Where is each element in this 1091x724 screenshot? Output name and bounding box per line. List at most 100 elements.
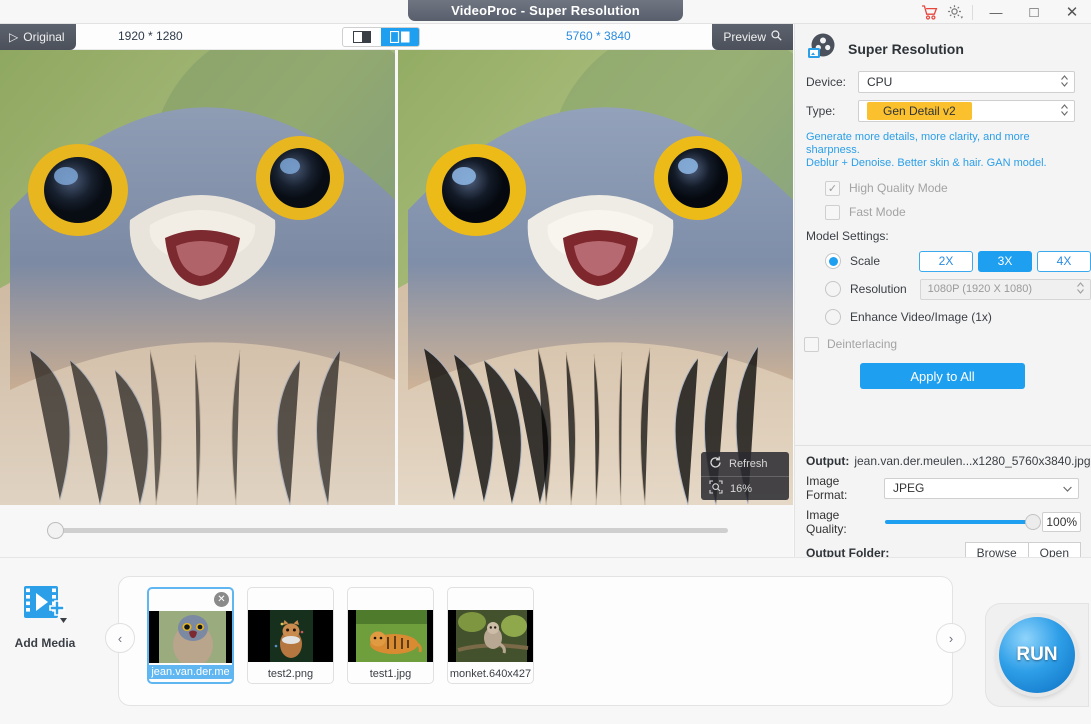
image-format-value: JPEG (893, 481, 924, 495)
output-dimensions: 5760 * 3840 (566, 29, 631, 43)
tab-original-label: Original (23, 30, 64, 44)
fast-mode-checkbox[interactable] (825, 205, 840, 220)
scale-row[interactable]: Scale 2X 3X 4X (795, 247, 1091, 275)
film-reel-icon (806, 32, 838, 65)
next-thumbnail-button[interactable]: › (936, 623, 966, 653)
enhanced-image-pane[interactable]: Refresh 16% (398, 50, 793, 505)
maximize-button[interactable]: □ (1015, 0, 1053, 24)
enhance-row[interactable]: Enhance Video/Image (1x) (795, 303, 1091, 331)
magnifier-icon (771, 30, 782, 44)
original-image-pane[interactable] (0, 50, 395, 505)
fast-mode-row[interactable]: Fast Mode (795, 200, 1091, 224)
prev-thumbnail-button[interactable]: ‹ (105, 623, 135, 653)
kestrel-original-image (0, 50, 395, 505)
add-media-label: Add Media (8, 636, 82, 650)
kestrel-enhanced-image (398, 50, 793, 505)
view-mode-split-icon[interactable] (343, 28, 381, 46)
resolution-value: 1080P (1920 X 1080) (928, 283, 1032, 295)
title-bar: VideoProc - Super Resolution — □ ✕ (0, 0, 1091, 24)
panel-header: Super Resolution (795, 24, 1091, 71)
device-row: Device: CPU (795, 71, 1091, 93)
image-quality-slider[interactable] (885, 520, 1034, 524)
preview-tab-bar: ▷ Original 1920 * 1280 5760 * 3840 Previ… (0, 24, 793, 50)
zoom-frame-icon (709, 480, 723, 497)
output-name-row: Output: jean.van.der.meulen...x1280_5760… (806, 454, 1081, 468)
high-quality-mode-checkbox[interactable]: ✓ (825, 181, 840, 196)
position-slider-handle[interactable] (47, 522, 64, 539)
type-row: Type: Gen Detail v2 (795, 100, 1091, 122)
thumbnail-label: test2.png (248, 668, 333, 680)
position-slider-track[interactable] (55, 528, 728, 533)
tab-preview-label: Preview (723, 30, 766, 44)
image-format-row: Image Format: JPEG (806, 474, 1081, 502)
deinterlacing-label: Deinterlacing (827, 337, 897, 351)
view-mode-side-by-side-icon[interactable] (381, 28, 419, 46)
high-quality-mode-row[interactable]: ✓ High Quality Mode (795, 176, 1091, 200)
preview-area: ▷ Original 1920 * 1280 5760 * 3840 Previ… (0, 24, 793, 557)
panel-title: Super Resolution (848, 41, 964, 57)
scale-radio[interactable] (825, 253, 841, 269)
thumbnail-label: test1.jpg (348, 668, 433, 680)
description-line-1: Generate more details, more clarity, and… (806, 131, 1080, 157)
chevron-updown-icon (1076, 281, 1085, 298)
type-select[interactable]: Gen Detail v2 (858, 100, 1075, 122)
type-value: Gen Detail v2 (867, 102, 972, 120)
thumbnail-item[interactable]: ✕ jean.van.der.me (147, 587, 234, 684)
image-format-label: Image Format: (806, 474, 884, 502)
media-strip: ✕ jean.van.der.me (118, 576, 953, 706)
window-controls: — □ ✕ (916, 0, 1091, 24)
image-comparison: Refresh 16% (0, 50, 793, 505)
image-quality-label: Image Quality: (806, 508, 881, 536)
media-bar: Add Media (0, 557, 1091, 724)
view-mode-toggle[interactable] (342, 27, 420, 47)
image-quality-value[interactable]: 100% (1042, 512, 1081, 532)
chevron-updown-icon (1060, 103, 1069, 120)
output-label: Output: (806, 454, 849, 468)
cart-icon[interactable] (916, 0, 942, 24)
run-button[interactable]: RUN (999, 617, 1075, 693)
scale-option-2x[interactable]: 2X (919, 251, 973, 272)
source-dimensions: 1920 * 1280 (118, 29, 183, 43)
resolution-radio[interactable] (825, 281, 841, 297)
thumbnail-list: ✕ jean.van.der.me (147, 587, 534, 684)
image-format-select[interactable]: JPEG (884, 478, 1079, 499)
resolution-select[interactable]: 1080P (1920 X 1080) (920, 279, 1091, 300)
position-slider[interactable] (0, 505, 793, 557)
videoproc-window: VideoProc - Super Resolution — □ ✕ ▷ Ori… (0, 0, 1091, 724)
play-triangle-icon: ▷ (9, 30, 18, 44)
device-value: CPU (867, 75, 892, 89)
thumbnail-image (448, 610, 533, 662)
device-select[interactable]: CPU (858, 71, 1075, 93)
remove-thumbnail-icon[interactable]: ✕ (214, 592, 229, 607)
add-media-button[interactable]: Add Media (8, 582, 82, 650)
deinterlacing-checkbox[interactable] (804, 337, 819, 352)
window-title: VideoProc - Super Resolution (408, 0, 683, 21)
scale-option-4x[interactable]: 4X (1037, 251, 1091, 272)
gear-icon[interactable] (942, 0, 968, 24)
resolution-label: Resolution (850, 282, 911, 296)
scale-label: Scale (850, 254, 910, 268)
deinterlacing-row[interactable]: Deinterlacing (795, 331, 1091, 357)
enhance-radio[interactable] (825, 309, 841, 325)
minimize-button[interactable]: — (977, 0, 1015, 24)
thumbnail-item[interactable]: test2.png (247, 587, 334, 684)
scale-option-3x[interactable]: 3X (978, 251, 1032, 272)
refresh-button[interactable]: Refresh (701, 452, 789, 476)
tab-original[interactable]: ▷ Original (0, 24, 76, 50)
output-filename: jean.van.der.meulen...x1280_5760x3840.jp… (854, 454, 1090, 468)
scale-options: 2X 3X 4X (919, 251, 1091, 272)
thumbnail-item[interactable]: test1.jpg (347, 587, 434, 684)
image-quality-slider-handle[interactable] (1025, 514, 1041, 530)
thumbnail-item[interactable]: monket.640x427 (447, 587, 534, 684)
resolution-row[interactable]: Resolution 1080P (1920 X 1080) (795, 275, 1091, 303)
tab-preview[interactable]: Preview (712, 24, 793, 50)
apply-to-all-button[interactable]: Apply to All (860, 363, 1025, 389)
image-quality-row: Image Quality: 100% (806, 508, 1081, 536)
zoom-control[interactable]: 16% (701, 476, 789, 500)
type-label: Type: (806, 104, 858, 118)
model-settings-label: Model Settings: (795, 224, 1091, 247)
thumbnail-image (248, 610, 333, 662)
output-section: Output: jean.van.der.meulen...x1280_5760… (795, 445, 1091, 557)
thumbnail-image (348, 610, 433, 662)
close-button[interactable]: ✕ (1053, 0, 1091, 24)
